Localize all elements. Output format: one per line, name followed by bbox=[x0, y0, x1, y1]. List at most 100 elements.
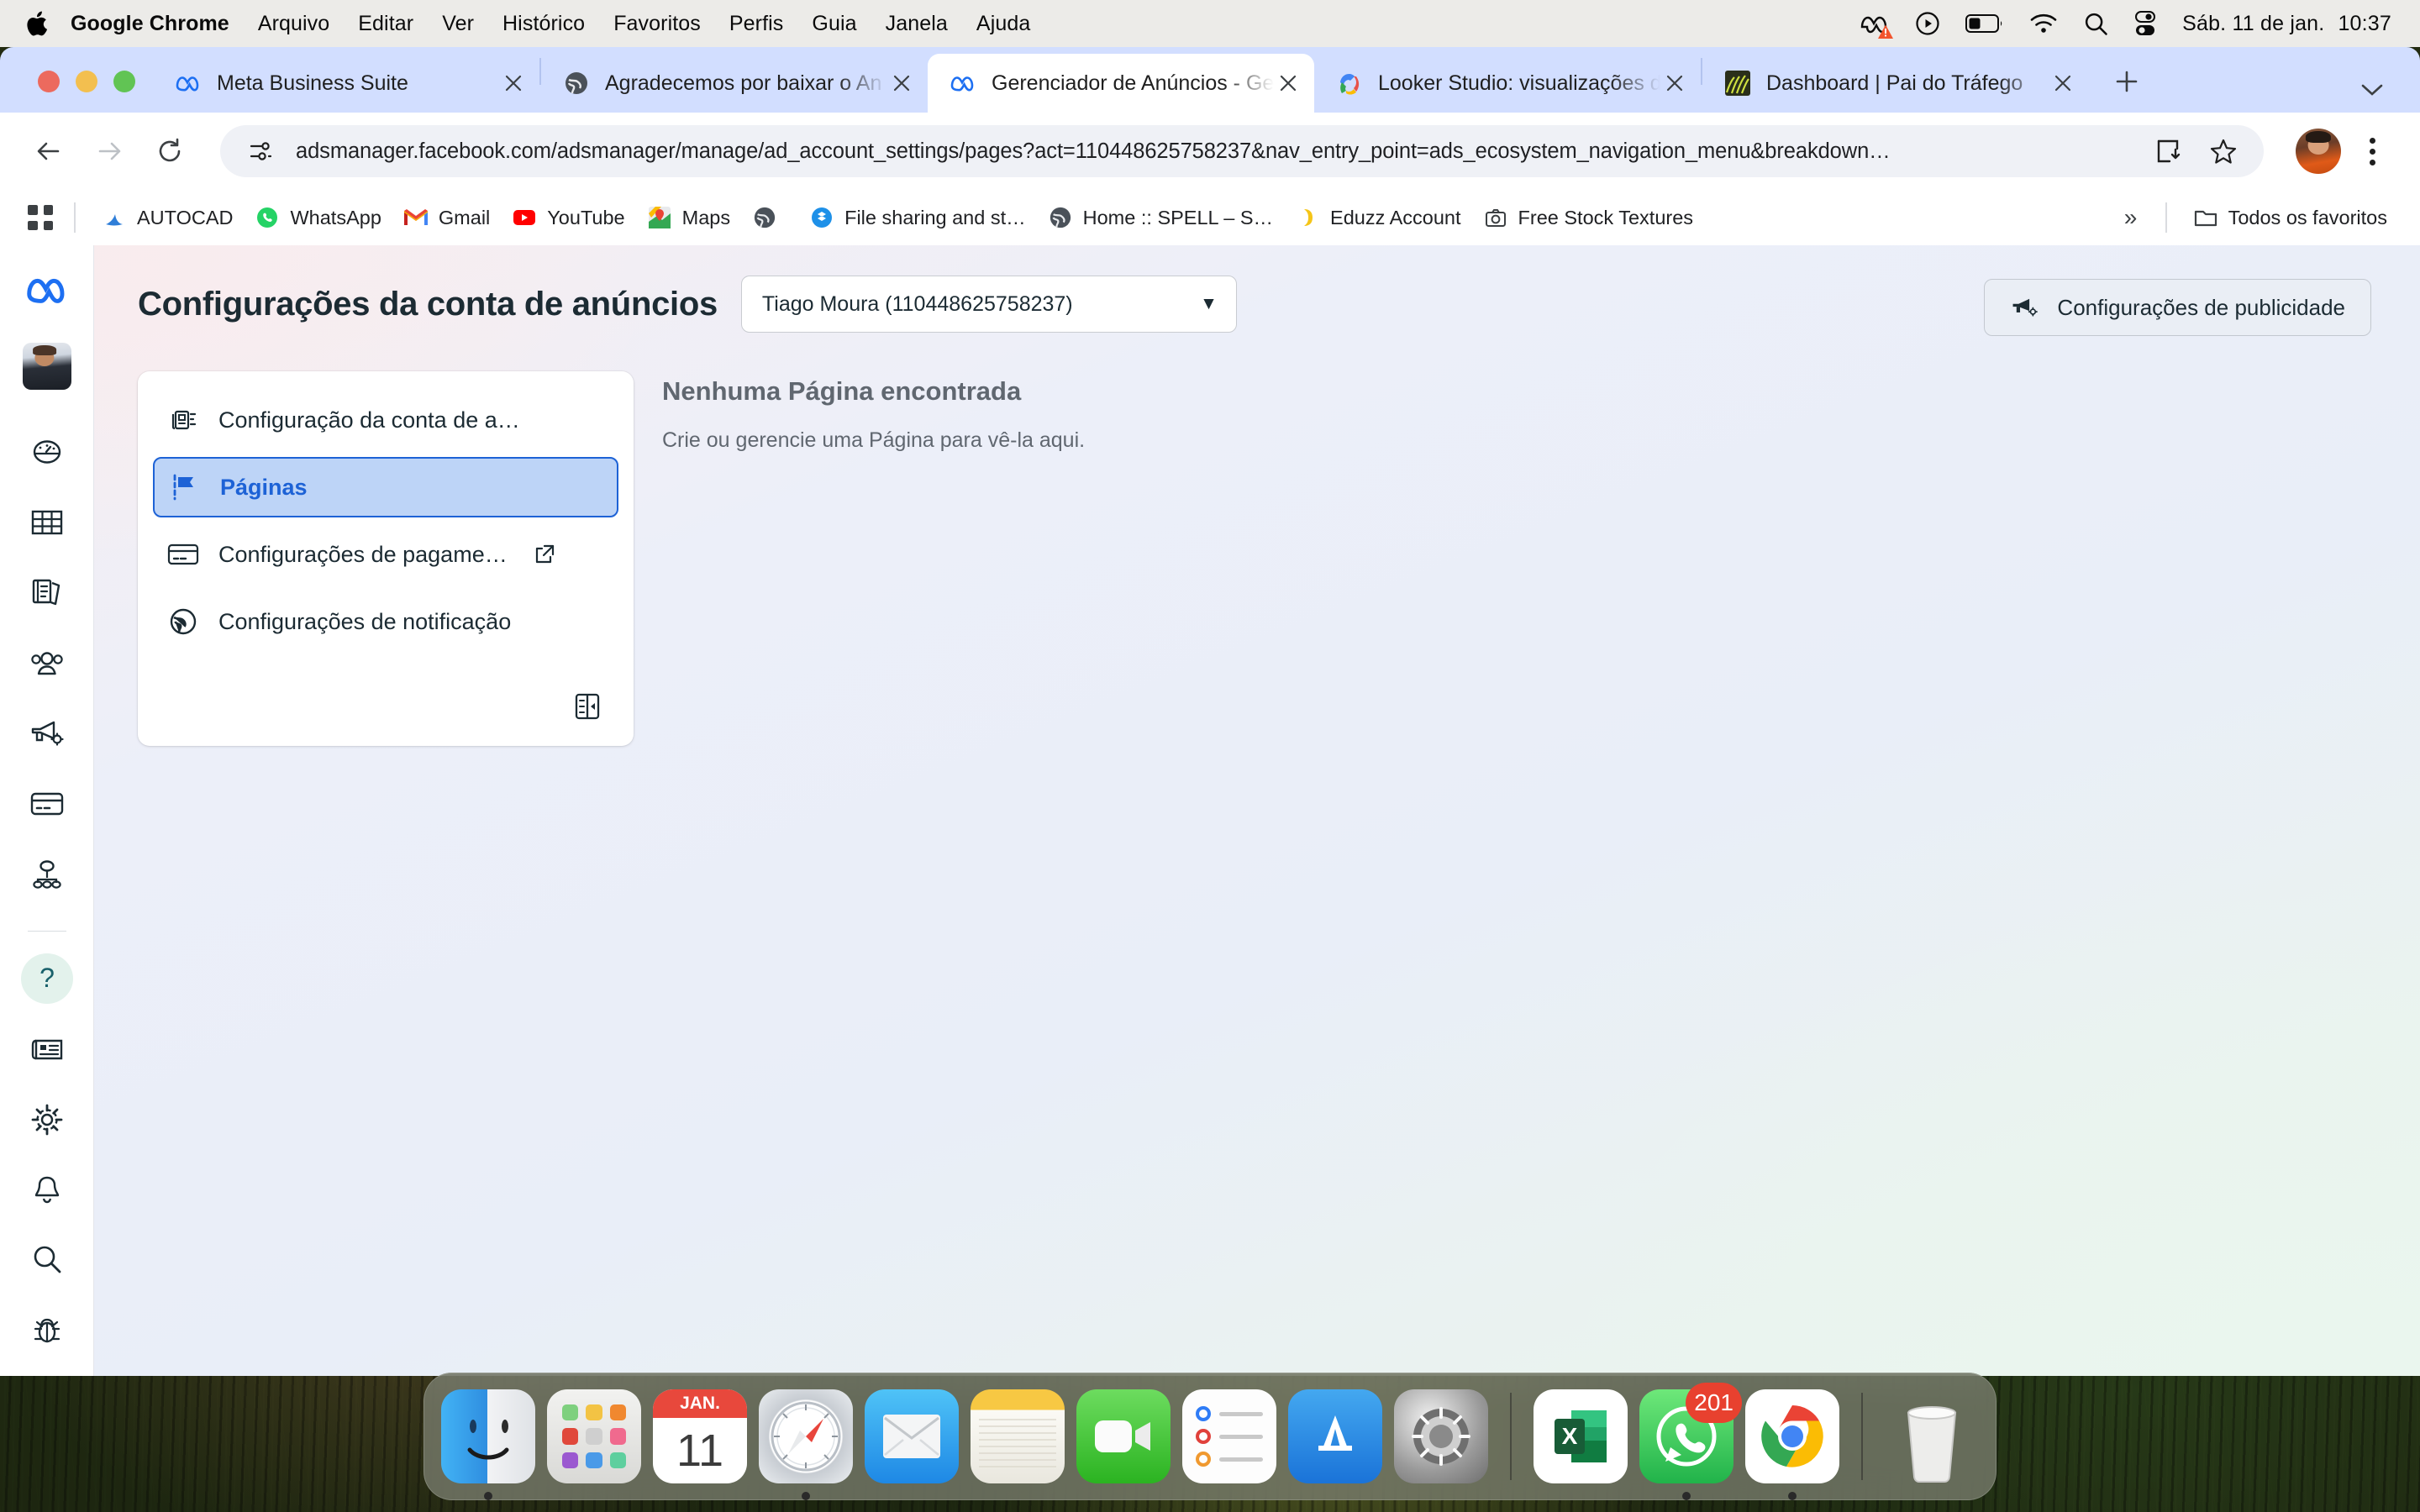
bookmark-file-sharing[interactable]: File sharing and st… bbox=[798, 198, 1037, 237]
bookmark-divider bbox=[74, 202, 76, 233]
bookmark-eduzz-account[interactable]: Eduzz Account bbox=[1284, 198, 1471, 237]
camera-icon bbox=[1483, 205, 1508, 230]
bookmark-youtube[interactable]: YouTube bbox=[501, 198, 635, 237]
menu-favoritos[interactable]: Favoritos bbox=[599, 12, 715, 36]
browser-tab-agradecemos[interactable]: Agradecemos por baixar o An bbox=[541, 54, 928, 113]
pages-stack-icon[interactable] bbox=[21, 567, 73, 617]
ad-settings-button[interactable]: Configurações de publicidade bbox=[1984, 279, 2371, 336]
dock-app-whatsapp[interactable]: 201 bbox=[1639, 1383, 1742, 1500]
menu-perfis[interactable]: Perfis bbox=[715, 12, 798, 36]
forward-arrow-icon[interactable] bbox=[79, 121, 139, 181]
ad-account-selector[interactable]: Tiago Moura (110448625758237) ▼ bbox=[740, 276, 1237, 333]
bookmark-globe-unnamed[interactable] bbox=[741, 198, 798, 237]
audience-icon[interactable] bbox=[21, 638, 73, 688]
dock-app-excel[interactable]: X bbox=[1534, 1389, 1628, 1483]
bug-icon[interactable] bbox=[21, 1305, 73, 1356]
profile-avatar[interactable] bbox=[2296, 129, 2341, 174]
all-bookmarks-button[interactable]: Todos os favoritos bbox=[2182, 198, 2398, 237]
sidebar-item-configuracoes-de-notificacao[interactable]: Configurações de notificação bbox=[153, 591, 618, 652]
star-icon[interactable] bbox=[2205, 133, 2242, 170]
menu-historico[interactable]: Histórico bbox=[488, 12, 599, 36]
avatar[interactable] bbox=[22, 343, 71, 390]
bookmark-home-spell[interactable]: Home :: SPELL – S… bbox=[1037, 198, 1284, 237]
menu-ajuda[interactable]: Ajuda bbox=[962, 12, 1044, 36]
bookmark-maps[interactable]: Maps bbox=[636, 198, 741, 237]
chevron-down-icon: ▼ bbox=[1200, 294, 1218, 313]
megaphone-settings-icon[interactable] bbox=[21, 708, 73, 759]
close-tab-button[interactable] bbox=[1274, 69, 1302, 97]
browser-tab-looker-studio[interactable]: Looker Studio: visualizações d bbox=[1314, 54, 1701, 113]
menu-arquivo[interactable]: Arquivo bbox=[244, 12, 344, 36]
battery-icon[interactable] bbox=[1965, 13, 2004, 34]
menu-app-name[interactable]: Google Chrome bbox=[71, 12, 244, 36]
apps-grid-icon[interactable] bbox=[22, 199, 59, 236]
news-icon[interactable] bbox=[21, 1024, 73, 1074]
close-tab-button[interactable] bbox=[1660, 69, 1689, 97]
minimize-window-button[interactable] bbox=[76, 71, 97, 92]
dock-app-facetime[interactable] bbox=[1076, 1389, 1171, 1483]
browser-tab-dashboard-pai-do-trafego[interactable]: Dashboard | Pai do Tráfego bbox=[1702, 54, 2089, 113]
help-question-icon[interactable]: ? bbox=[20, 953, 73, 1005]
dock-app-finder[interactable] bbox=[441, 1389, 535, 1500]
wifi-icon[interactable] bbox=[2029, 13, 2058, 34]
control-center-icon[interactable] bbox=[2133, 11, 2157, 36]
dock-app-mail[interactable] bbox=[865, 1389, 959, 1483]
dock-app-launchpad[interactable] bbox=[547, 1389, 641, 1483]
bookmark-gmail[interactable]: Gmail bbox=[392, 198, 501, 237]
dock-app-calendar[interactable]: JAN. 11 bbox=[653, 1389, 747, 1483]
dock-app-reminders[interactable] bbox=[1182, 1389, 1276, 1483]
dock-app-notes[interactable] bbox=[971, 1389, 1065, 1483]
site-settings-icon[interactable] bbox=[245, 136, 276, 166]
meta-logo[interactable] bbox=[24, 267, 71, 312]
billing-card-icon[interactable] bbox=[21, 779, 73, 829]
external-link-icon[interactable] bbox=[531, 541, 558, 568]
meta-left-rail: ? bbox=[0, 245, 94, 1376]
maximize-window-button[interactable] bbox=[113, 71, 135, 92]
meta-warning-icon[interactable] bbox=[1860, 10, 1894, 39]
install-app-icon[interactable] bbox=[2149, 133, 2186, 170]
menu-ver[interactable]: Ver bbox=[428, 12, 488, 36]
close-tab-button[interactable] bbox=[499, 69, 528, 97]
browser-tab-gerenciador-de-anuncios[interactable]: Gerenciador de Anúncios - Ge bbox=[928, 54, 1314, 113]
reload-icon[interactable] bbox=[139, 121, 200, 181]
sidebar-item-paginas[interactable]: Páginas bbox=[153, 457, 618, 517]
close-tab-button[interactable] bbox=[887, 69, 916, 97]
table-icon[interactable] bbox=[21, 497, 73, 548]
chevron-down-icon[interactable] bbox=[2353, 71, 2391, 109]
sidebar-item-configuracao-da-conta[interactable]: Configuração da conta de a… bbox=[153, 390, 618, 450]
menu-editar[interactable]: Editar bbox=[344, 12, 428, 36]
bookmark-whatsapp[interactable]: WhatsApp bbox=[244, 198, 392, 237]
play-circle-icon[interactable] bbox=[1915, 11, 1940, 36]
search-icon[interactable] bbox=[21, 1235, 73, 1285]
share-network-icon[interactable] bbox=[21, 849, 73, 900]
autocad-icon bbox=[102, 205, 127, 230]
apple-logo-icon[interactable] bbox=[24, 8, 52, 39]
dock-app-safari[interactable] bbox=[759, 1389, 853, 1500]
close-tab-button[interactable] bbox=[2049, 69, 2077, 97]
gear-icon[interactable] bbox=[21, 1095, 73, 1145]
bell-icon[interactable] bbox=[21, 1165, 73, 1215]
address-bar[interactable]: adsmanager.facebook.com/adsmanager/manag… bbox=[220, 125, 2264, 177]
bookmark-autocad[interactable]: AUTOCAD bbox=[91, 198, 244, 237]
globe-icon bbox=[563, 70, 590, 97]
speedometer-icon[interactable] bbox=[21, 427, 73, 477]
back-arrow-icon[interactable] bbox=[18, 121, 79, 181]
dock-app-chrome[interactable] bbox=[1745, 1389, 1839, 1500]
menu-bar-clock[interactable]: Sáb. 11 de jan. 10:37 bbox=[2182, 12, 2391, 36]
menu-janela[interactable]: Janela bbox=[871, 12, 962, 36]
bookmarks-overflow-button[interactable]: » bbox=[2112, 198, 2150, 237]
dock-app-system-preferences[interactable] bbox=[1394, 1389, 1488, 1483]
tab-list: Meta Business Suite Agradecemos por baix… bbox=[153, 47, 2153, 113]
new-tab-button[interactable] bbox=[2101, 55, 2153, 108]
dock-app-trash[interactable] bbox=[1885, 1389, 1979, 1483]
collapse-panel-icon[interactable] bbox=[568, 687, 607, 726]
close-window-button[interactable] bbox=[38, 71, 60, 92]
pages-empty-state: Nenhuma Página encontrada Crie ou gerenc… bbox=[662, 371, 2420, 746]
dock-app-app-store[interactable] bbox=[1288, 1389, 1382, 1483]
browser-tab-meta-business-suite[interactable]: Meta Business Suite bbox=[153, 54, 539, 113]
menu-guia[interactable]: Guia bbox=[797, 12, 871, 36]
bookmark-free-stock-textures[interactable]: Free Stock Textures bbox=[1472, 198, 1705, 237]
three-dot-menu-icon[interactable] bbox=[2353, 129, 2391, 174]
sidebar-item-configuracoes-de-pagamento[interactable]: Configurações de pagame… bbox=[153, 524, 618, 585]
spotlight-search-icon[interactable] bbox=[2083, 11, 2108, 36]
